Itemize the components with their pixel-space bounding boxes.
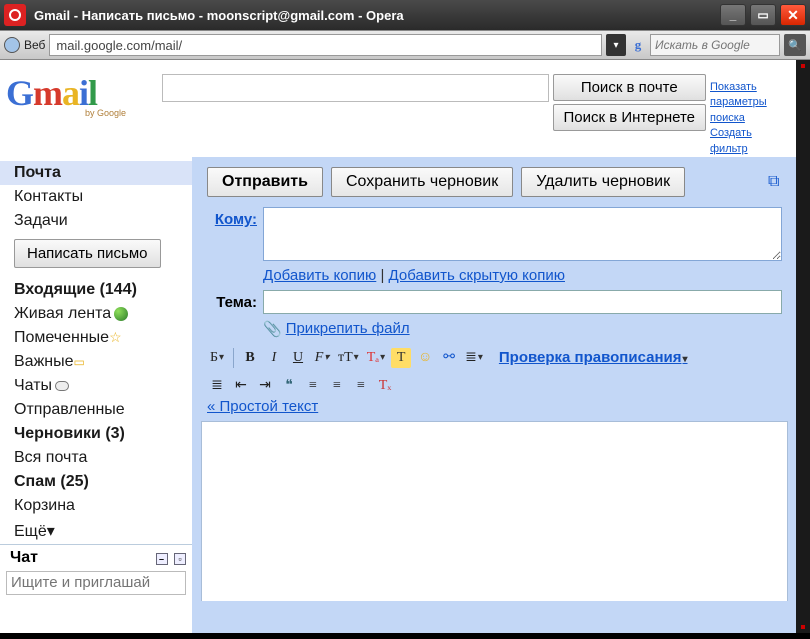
to-input[interactable] bbox=[263, 207, 782, 261]
sidebar: Почта Контакты Задачи Написать письмо Вх… bbox=[0, 157, 192, 633]
gmail-search-input[interactable] bbox=[162, 74, 549, 102]
star-icon: ☆ bbox=[109, 329, 122, 345]
bullet-list-button[interactable]: ≣ bbox=[207, 376, 227, 396]
add-cc-link[interactable]: Добавить копию bbox=[263, 267, 376, 284]
sidebar-item-contacts[interactable]: Контакты bbox=[0, 185, 192, 209]
popout-icon[interactable]: ⧉ bbox=[768, 173, 786, 191]
google-search-engine-icon[interactable]: g bbox=[630, 37, 646, 53]
attach-file-link[interactable]: Прикрепить файл bbox=[286, 320, 410, 337]
chat-expand-button[interactable]: ▫ bbox=[174, 553, 186, 565]
window-close-button[interactable]: ✕ bbox=[780, 4, 806, 26]
insert-link-button[interactable]: ⚯ bbox=[439, 348, 459, 368]
show-search-options-link[interactable]: Показать параметры поиска bbox=[710, 80, 790, 126]
highlight-button[interactable]: T bbox=[391, 348, 411, 368]
compose-button[interactable]: Написать письмо bbox=[14, 239, 161, 268]
bold-button[interactable]: B bbox=[240, 348, 260, 368]
spellcheck-link[interactable]: Проверка правописания bbox=[499, 349, 688, 366]
font-size-button[interactable]: тТ bbox=[336, 348, 361, 368]
quote-button[interactable]: ❝ bbox=[279, 376, 299, 396]
chat-collapse-button[interactable]: – bbox=[156, 553, 168, 565]
paperclip-icon: 📎 bbox=[263, 320, 282, 338]
chat-section-header: Чат – ▫ bbox=[0, 544, 192, 569]
search-web-button[interactable]: Поиск в Интернете bbox=[553, 104, 707, 131]
url-input[interactable] bbox=[49, 34, 602, 56]
sidebar-item-allmail[interactable]: Вся почта bbox=[0, 446, 192, 470]
vertical-scrollbar[interactable] bbox=[796, 60, 810, 633]
sidebar-item-more[interactable]: Ещё▾ bbox=[0, 518, 192, 544]
sidebar-item-spam[interactable]: Спам (25) bbox=[0, 470, 192, 494]
rss-icon[interactable]: ▾ bbox=[606, 34, 626, 56]
subject-input[interactable] bbox=[263, 290, 782, 314]
align-center-button[interactable]: ≡ bbox=[327, 376, 347, 396]
gmail-logo: Gmail by Google bbox=[6, 66, 156, 118]
subject-label: Тема: bbox=[207, 290, 257, 311]
address-bar: Веб ▾ g 🔍 bbox=[0, 30, 810, 60]
compose-pane: Отправить Сохранить черновик Удалить чер… bbox=[192, 157, 796, 633]
sidebar-item-mail[interactable]: Почта bbox=[0, 161, 192, 185]
text-color-button[interactable]: Tₐ bbox=[365, 348, 387, 368]
emoji-button[interactable]: ☺ bbox=[415, 348, 435, 368]
font-face-button[interactable]: F bbox=[312, 348, 332, 368]
save-draft-button[interactable]: Сохранить черновик bbox=[331, 167, 513, 197]
window-title: Gmail - Написать письмо - moonscript@gma… bbox=[34, 8, 720, 23]
sidebar-item-trash[interactable]: Корзина bbox=[0, 494, 192, 518]
outdent-button[interactable]: ⇤ bbox=[231, 376, 251, 396]
sidebar-item-sent[interactable]: Отправленные bbox=[0, 398, 192, 422]
align-left-button[interactable]: ≡ bbox=[303, 376, 323, 396]
sidebar-item-starred[interactable]: Помеченные☆ bbox=[0, 326, 192, 350]
opera-menu-button[interactable] bbox=[4, 4, 26, 26]
to-label-link[interactable]: Кому: bbox=[215, 211, 257, 228]
add-bcc-link[interactable]: Добавить скрытую копию bbox=[389, 267, 565, 284]
sidebar-item-buzz[interactable]: Живая лента bbox=[0, 302, 192, 326]
search-go-button[interactable]: 🔍 bbox=[784, 34, 806, 56]
chat-search-input[interactable] bbox=[6, 571, 186, 595]
sidebar-item-important[interactable]: Важные▭ bbox=[0, 350, 192, 374]
message-body-input[interactable] bbox=[201, 421, 788, 601]
window-titlebar: Gmail - Написать письмо - moonscript@gma… bbox=[0, 0, 810, 30]
address-label: Веб bbox=[24, 38, 45, 52]
buzz-icon bbox=[114, 307, 128, 321]
sidebar-item-chats[interactable]: Чаты bbox=[0, 374, 192, 398]
discard-button[interactable]: Удалить черновик bbox=[521, 167, 685, 197]
italic-button[interactable]: I bbox=[264, 348, 284, 368]
browser-search-input[interactable] bbox=[650, 34, 780, 56]
send-button[interactable]: Отправить bbox=[207, 167, 323, 197]
align-right-button[interactable]: ≡ bbox=[351, 376, 371, 396]
create-filter-link[interactable]: Создать фильтр bbox=[710, 126, 790, 157]
plain-text-link[interactable]: « Простой текст bbox=[207, 398, 318, 415]
globe-icon bbox=[4, 37, 20, 53]
sidebar-item-inbox[interactable]: Входящие (144) bbox=[0, 278, 192, 302]
window-maximize-button[interactable]: ▭ bbox=[750, 4, 776, 26]
numbered-list-button[interactable]: ≣ bbox=[463, 348, 485, 368]
chat-bubble-icon bbox=[55, 381, 69, 391]
indent-button[interactable]: ⇥ bbox=[255, 376, 275, 396]
sidebar-item-drafts[interactable]: Черновики (3) bbox=[0, 422, 192, 446]
search-mail-button[interactable]: Поиск в почте bbox=[553, 74, 707, 101]
important-icon: ▭ bbox=[74, 355, 85, 369]
formatting-toolbar: Б B I U F тТ Tₐ T ☺ ⚯ ≣ Проверка правопи… bbox=[193, 344, 796, 398]
remove-formatting-button[interactable]: Tₓ bbox=[375, 376, 395, 396]
sidebar-item-tasks[interactable]: Задачи bbox=[0, 209, 192, 233]
window-minimize-button[interactable]: _ bbox=[720, 4, 746, 26]
font-family-button[interactable]: Б bbox=[207, 348, 227, 368]
underline-button[interactable]: U bbox=[288, 348, 308, 368]
